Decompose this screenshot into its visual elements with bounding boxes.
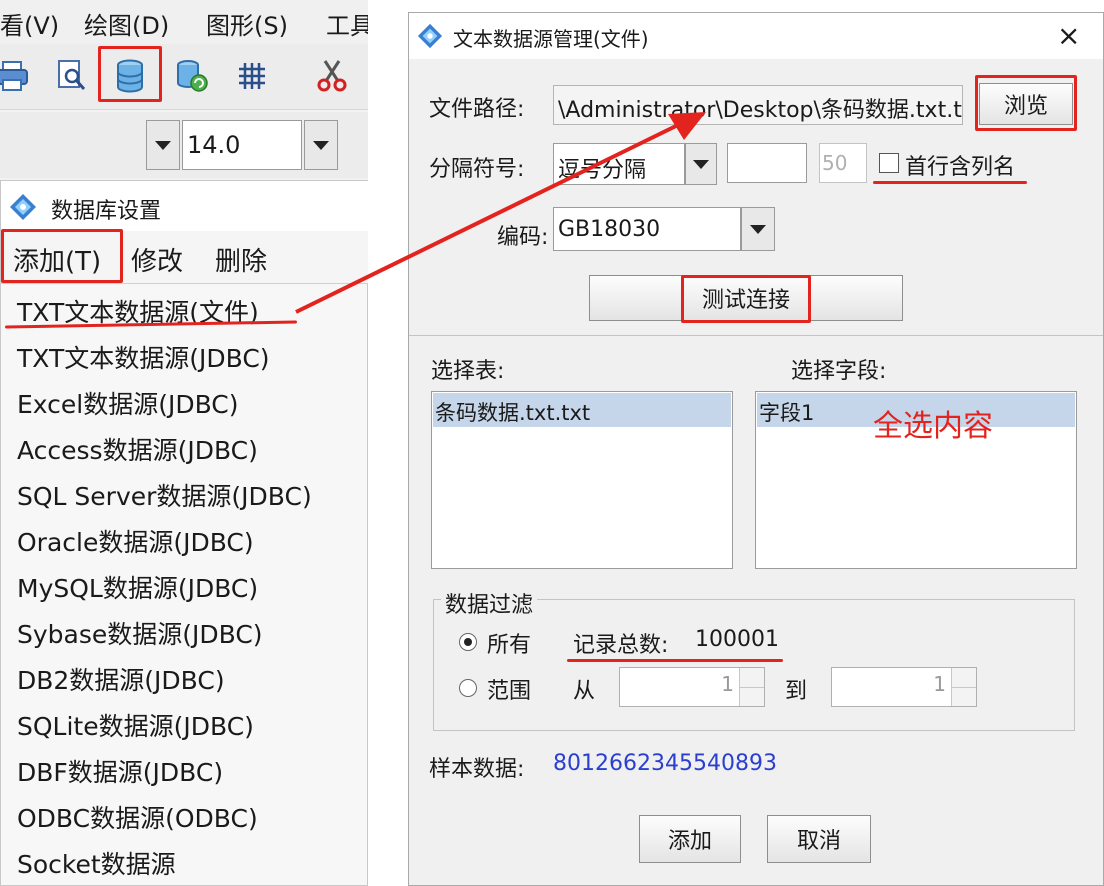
annotation-arrow [295, 112, 706, 314]
